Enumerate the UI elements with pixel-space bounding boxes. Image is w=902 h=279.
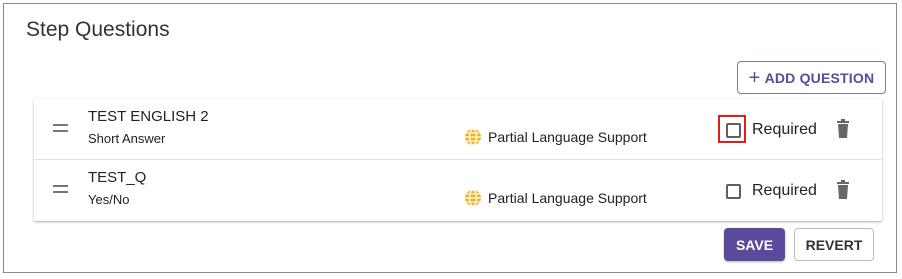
plus-icon: + (748, 66, 761, 89)
question-row: TEST ENGLISH 2 Short Answer Partial Lang… (34, 99, 882, 160)
required-checkbox-wrap (720, 178, 746, 204)
questions-list: TEST ENGLISH 2 Short Answer Partial Lang… (34, 99, 882, 221)
drag-handle-icon[interactable] (53, 124, 68, 132)
required-checkbox-wrap (718, 115, 746, 143)
language-support-label: Partial Language Support (488, 129, 647, 145)
save-button[interactable]: SAVE (724, 228, 785, 261)
trash-icon (837, 119, 849, 138)
language-support: Partial Language Support (464, 128, 647, 146)
globe-icon (465, 189, 481, 207)
delete-question-button[interactable] (836, 180, 850, 204)
highlight-box (718, 115, 746, 143)
globe-icon (465, 128, 481, 146)
add-question-button[interactable]: + ADD QUESTION (737, 61, 886, 94)
language-support-label: Partial Language Support (488, 190, 647, 206)
question-name: TEST_Q (88, 169, 147, 186)
trash-icon (837, 180, 849, 199)
question-name: TEST ENGLISH 2 (88, 108, 209, 125)
question-type: Short Answer (88, 131, 166, 146)
section-title: Step Questions (26, 18, 170, 41)
required-label: Required (752, 182, 817, 199)
required-toggle: Required (720, 178, 817, 204)
drag-handle-icon[interactable] (53, 185, 68, 193)
question-type: Yes/No (88, 192, 130, 207)
question-row: TEST_Q Yes/No Partial Language Support R… (34, 160, 882, 220)
delete-question-button[interactable] (836, 119, 850, 143)
required-label: Required (752, 121, 817, 138)
required-toggle: Required (718, 115, 817, 143)
required-checkbox[interactable] (725, 183, 741, 199)
add-question-label: ADD QUESTION (764, 69, 875, 86)
revert-button[interactable]: REVERT (794, 228, 874, 261)
language-support: Partial Language Support (464, 189, 647, 207)
